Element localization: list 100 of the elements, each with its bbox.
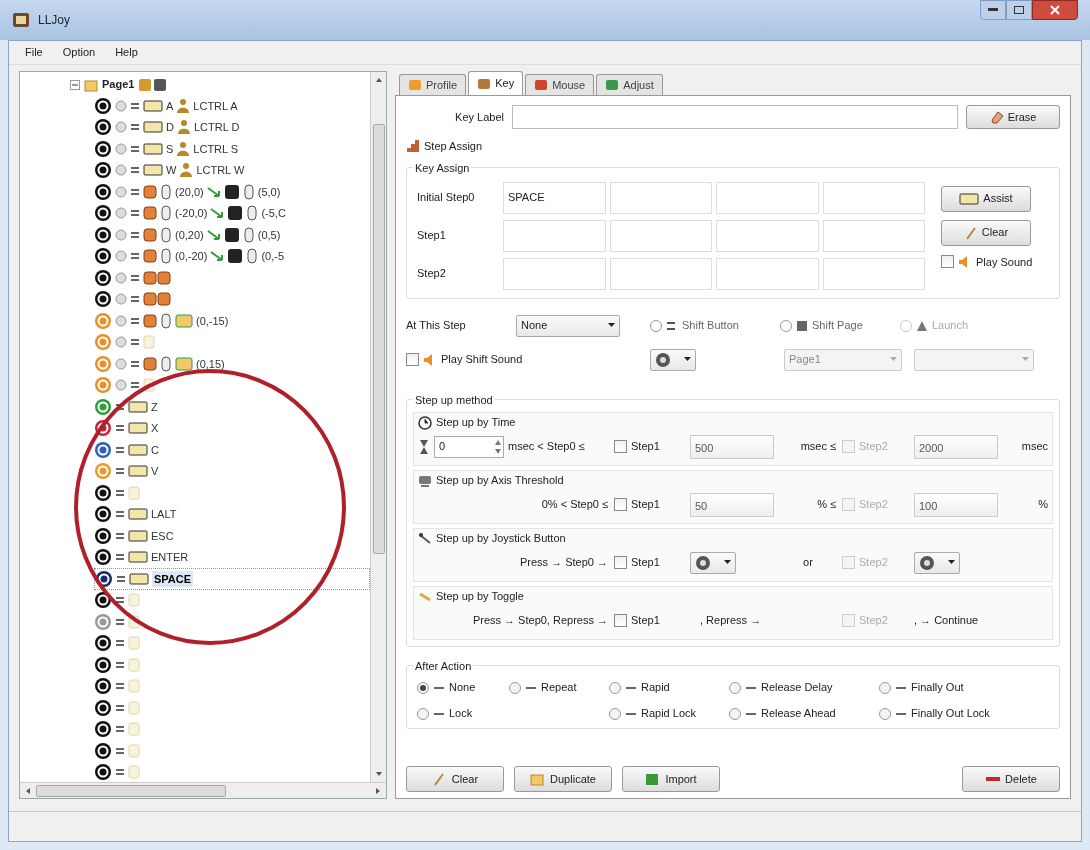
gamepad-icon	[143, 205, 157, 222]
keyboard-icon	[143, 97, 163, 114]
tree-item[interactable]: C	[151, 441, 159, 458]
radio-button[interactable]	[729, 707, 741, 720]
window-title: LLJoy	[38, 12, 71, 29]
tab[interactable]: Key	[468, 71, 524, 95]
input-field[interactable]: 50	[690, 492, 774, 517]
tree-item[interactable]: (0,20)	[175, 226, 204, 243]
input-field[interactable]	[512, 105, 958, 129]
tree-item[interactable]: Z	[151, 398, 158, 415]
tree-item[interactable]: (20,0)	[175, 183, 204, 200]
input-field[interactable]	[716, 181, 819, 214]
checkbox[interactable]	[614, 614, 627, 627]
person-icon	[176, 140, 191, 157]
tree-item[interactable]: (-5,C	[261, 205, 286, 222]
assist-button[interactable]: Assist	[941, 185, 1031, 212]
tree-item[interactable]: LCTRL D	[193, 119, 240, 136]
radio-button[interactable]	[609, 681, 621, 694]
tree-item[interactable]: Page1	[102, 76, 135, 93]
clear-button[interactable]: Clear	[941, 219, 1031, 246]
input-field[interactable]	[503, 219, 606, 252]
tree-item[interactable]: ENTER	[151, 549, 189, 566]
input-field[interactable]	[822, 181, 925, 214]
radio-button[interactable]	[879, 681, 891, 694]
erase-button[interactable]: Erase	[966, 105, 1060, 129]
radio-button[interactable]	[417, 681, 429, 694]
input-field[interactable]: 2000	[914, 434, 998, 459]
dropdown[interactable]	[914, 551, 960, 574]
minimize-button[interactable]	[980, 0, 1006, 20]
tab[interactable]: Profile	[399, 74, 467, 95]
scrollbar-thumb[interactable]	[36, 784, 226, 797]
checkbox[interactable]	[614, 440, 627, 453]
tree-item[interactable]: LCTRL S	[193, 140, 239, 157]
checkbox[interactable]	[614, 556, 627, 569]
tree-item[interactable]: X	[151, 420, 159, 437]
menu-item[interactable]: Help	[115, 44, 138, 61]
tree-item[interactable]: D	[166, 119, 174, 136]
input-field[interactable]	[822, 219, 925, 252]
tree-item[interactable]: (0,-5	[261, 248, 285, 265]
delete-button[interactable]: Delete	[962, 766, 1060, 792]
tree-item[interactable]: (0,5)	[257, 226, 281, 243]
gamepad-icon	[143, 183, 157, 200]
app-icon	[12, 12, 30, 28]
tree-item[interactable]: A	[166, 97, 174, 114]
row-label: Step1	[417, 228, 447, 244]
option-icon	[916, 319, 928, 332]
import-button[interactable]: Import	[622, 766, 720, 792]
clear-button[interactable]: Clear	[406, 766, 504, 792]
input-field[interactable]	[716, 219, 819, 252]
input-field[interactable]	[609, 219, 712, 252]
tree-item[interactable]: W	[166, 162, 177, 179]
tree-item[interactable]: (5,0)	[257, 183, 281, 200]
button-icon	[94, 290, 112, 309]
scrollbar-thumb[interactable]	[372, 124, 385, 554]
section-title: Step up by Joystick Button	[436, 531, 566, 547]
tree-item[interactable]: ESC	[151, 527, 174, 544]
dropdown[interactable]	[690, 551, 736, 574]
checkbox[interactable]	[406, 353, 419, 366]
row-label: Initial Step0	[417, 190, 476, 206]
input-field[interactable]: 100	[914, 492, 998, 517]
close-button[interactable]	[1032, 0, 1078, 20]
menu-item[interactable]: File	[25, 44, 43, 61]
dropdown[interactable]	[650, 348, 696, 371]
tree-item[interactable]: V	[151, 463, 159, 480]
input-field[interactable]: 500	[690, 434, 774, 459]
duplicate-button[interactable]: Duplicate	[514, 766, 612, 792]
input-field[interactable]	[609, 257, 712, 290]
tree-item[interactable]: (0,15)	[196, 355, 225, 372]
tree-item[interactable]: (-20,0)	[175, 205, 208, 222]
scrollbar[interactable]	[370, 72, 386, 782]
tree-item[interactable]: (0,-20)	[175, 248, 208, 265]
menu-item[interactable]: Option	[62, 44, 96, 61]
spinner-field[interactable]: 0	[434, 435, 504, 458]
radio-button[interactable]	[509, 681, 521, 694]
tab[interactable]: Mouse	[525, 74, 595, 95]
checkbox[interactable]	[614, 498, 627, 511]
input-field[interactable]	[609, 181, 712, 214]
radio-button[interactable]	[417, 707, 429, 720]
maximize-button[interactable]	[1006, 0, 1032, 20]
tree-item[interactable]: SPACE	[152, 570, 194, 587]
tree-item[interactable]: LALT	[151, 506, 177, 523]
tree-item[interactable]: (0,-15)	[196, 312, 229, 329]
radio-button[interactable]	[879, 707, 891, 720]
checkbox[interactable]	[941, 255, 954, 269]
input-field[interactable]	[822, 257, 925, 290]
tree-item[interactable]: S	[166, 140, 174, 157]
radio-button[interactable]	[729, 681, 741, 694]
dropdown[interactable]: None	[516, 314, 620, 337]
input-field[interactable]: SPACE	[503, 181, 606, 214]
tree-item[interactable]: LCTRL A	[193, 97, 238, 114]
button-icon	[94, 505, 112, 524]
dropdown-arrow-icon	[1022, 357, 1029, 362]
pad-icon	[115, 141, 127, 156]
tree-item[interactable]: LCTRL W	[196, 162, 245, 179]
input-field[interactable]	[503, 257, 606, 290]
pad-icon	[115, 292, 127, 307]
radio-button[interactable]	[609, 707, 621, 720]
tab[interactable]: Adjust	[596, 74, 663, 95]
input-field[interactable]	[716, 257, 819, 290]
scrollbar[interactable]	[20, 782, 386, 798]
